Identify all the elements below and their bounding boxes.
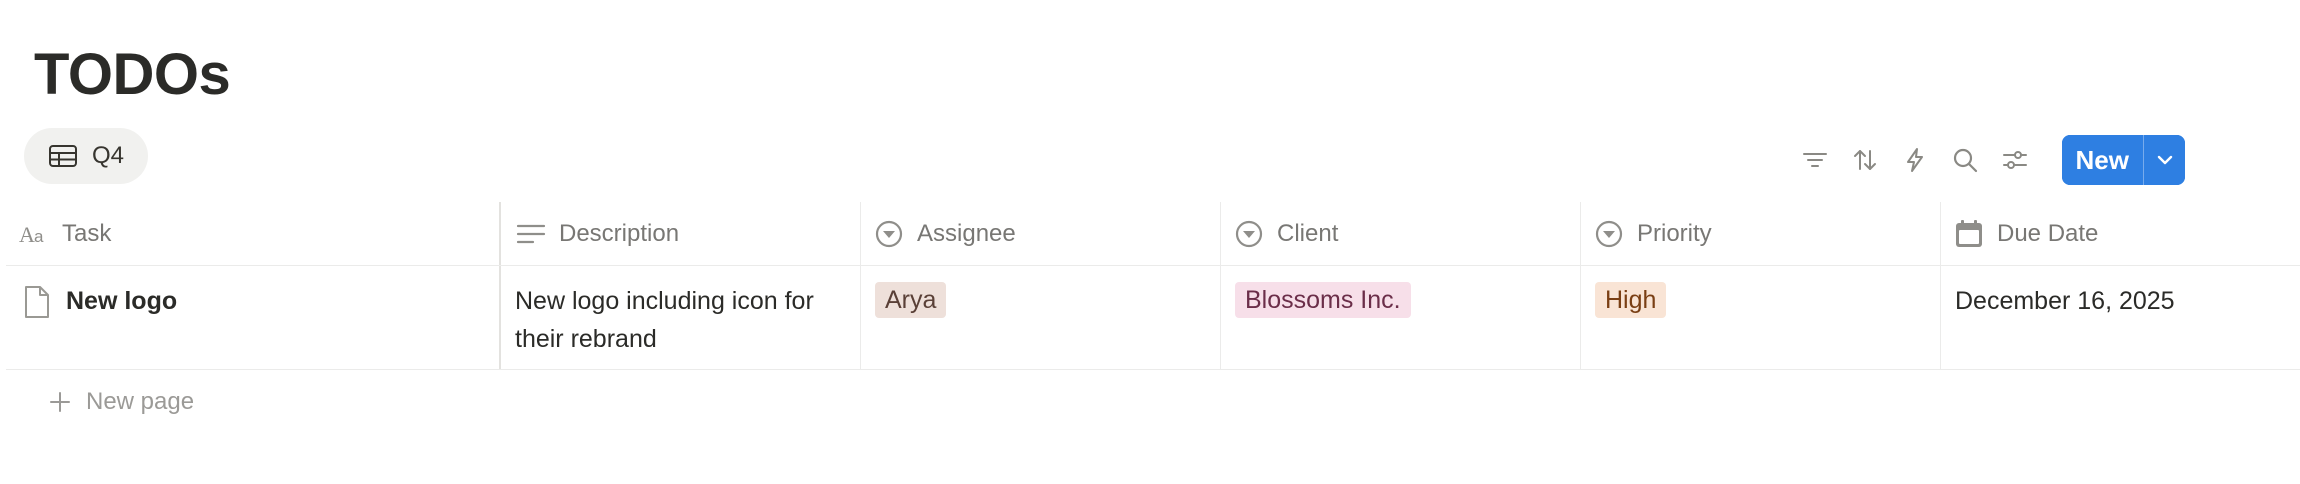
column-label: Priority <box>1637 219 1712 247</box>
column-label: Assignee <box>917 219 1016 247</box>
cell-task[interactable]: New logo <box>6 266 501 369</box>
cell-client[interactable]: Blossoms Inc. <box>1221 266 1581 369</box>
cell-priority[interactable]: High <box>1581 266 1941 369</box>
cell-due-date[interactable]: December 16, 2025 <box>1941 266 2300 369</box>
table-row[interactable]: New logo New logo including icon for the… <box>6 266 2300 370</box>
settings-icon[interactable] <box>1990 135 2040 185</box>
task-title[interactable]: New logo <box>66 282 177 320</box>
new-button[interactable]: New <box>2061 135 2143 185</box>
column-label: Client <box>1277 219 1339 247</box>
new-page-button[interactable]: New page <box>48 388 194 416</box>
client-tag: Blossoms Inc. <box>1235 282 1411 318</box>
column-header-assignee[interactable]: Assignee <box>861 202 1221 265</box>
page-icon <box>25 286 49 318</box>
view-tab-q4[interactable]: Q4 <box>24 128 149 184</box>
column-header-due-date[interactable]: Due Date <box>1941 202 2300 265</box>
column-header-priority[interactable]: Priority <box>1581 202 1941 265</box>
select-icon <box>1595 220 1623 247</box>
lines-icon <box>516 224 546 243</box>
chevron-down-icon <box>2157 155 2172 165</box>
cell-description[interactable]: New logo including icon for their rebran… <box>501 266 861 369</box>
calendar-icon <box>1956 219 1982 247</box>
assignee-tag: Arya <box>875 282 947 318</box>
select-icon <box>875 220 903 247</box>
select-icon <box>1235 220 1263 247</box>
column-header-client[interactable]: Client <box>1221 202 1581 265</box>
sort-icon[interactable] <box>1840 135 1890 185</box>
text-type-icon: A a <box>19 222 44 247</box>
column-label: Description <box>559 219 680 247</box>
svg-text:A: A <box>19 222 35 247</box>
column-header-description[interactable]: Description <box>501 202 861 265</box>
database-toolbar: New <box>1790 135 2185 185</box>
description-text: New logo including icon for their rebran… <box>515 287 814 353</box>
cell-assignee[interactable]: Arya <box>861 266 1221 369</box>
due-date-text: December 16, 2025 <box>1955 287 2175 315</box>
svg-text:a: a <box>34 227 44 246</box>
plus-icon <box>50 392 70 412</box>
database-table: A a Task Description Assignee Client Pri… <box>6 202 2300 370</box>
column-label: Task <box>62 219 112 247</box>
new-page-label: New page <box>86 388 195 415</box>
column-label: Due Date <box>1997 219 2099 247</box>
priority-tag: High <box>1595 282 1667 318</box>
page-title[interactable]: TODOs <box>34 40 231 110</box>
table-header-row: A a Task Description Assignee Client Pri… <box>6 202 2300 266</box>
column-header-task[interactable]: A a Task <box>6 202 501 265</box>
new-options-button[interactable] <box>2143 135 2185 185</box>
new-button-group: New <box>2061 135 2185 185</box>
database-page: TODOs Q4 New A a Task Description Assign… <box>0 0 2300 484</box>
search-icon[interactable] <box>1940 135 1990 185</box>
automation-icon[interactable] <box>1890 135 1940 185</box>
view-tab-label: Q4 <box>92 142 125 169</box>
filter-icon[interactable] <box>1790 135 1840 185</box>
table-icon <box>49 145 77 167</box>
